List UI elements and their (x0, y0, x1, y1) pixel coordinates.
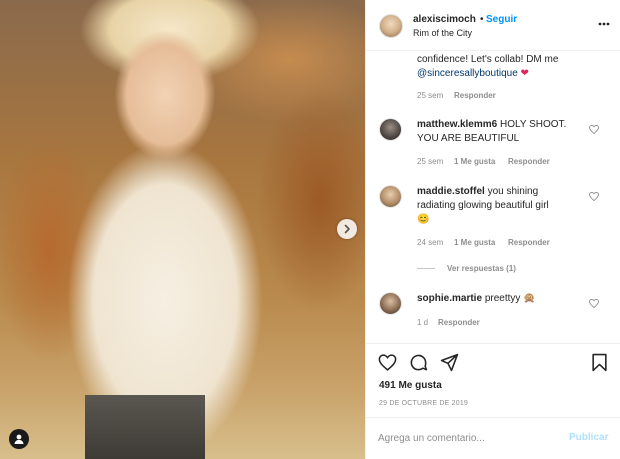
post-photo[interactable] (0, 0, 365, 459)
more-icon[interactable] (598, 22, 610, 26)
comment-like-icon[interactable] (589, 125, 599, 134)
comment-likes[interactable]: 1 Me gusta (454, 157, 495, 166)
avatar[interactable] (379, 185, 402, 208)
divider (417, 268, 435, 269)
comment-username[interactable]: sophie.martie (417, 293, 482, 304)
heart-icon[interactable] (378, 354, 397, 371)
separator-dot: • (480, 14, 484, 25)
post-username[interactable]: alexiscimoch (413, 14, 476, 25)
post-location[interactable]: Rim of the City (413, 28, 472, 38)
reply-button[interactable]: Responder (508, 157, 550, 166)
view-replies-button[interactable]: Ver respuestas (1) (447, 264, 516, 273)
avatar[interactable] (379, 118, 402, 141)
comment-username[interactable]: matthew.klemm6 (417, 119, 497, 130)
heart-emoji: ❤ (520, 68, 529, 79)
next-photo-button[interactable] (337, 219, 357, 239)
comment-input[interactable] (378, 430, 558, 446)
avatar[interactable] (379, 14, 403, 38)
comment-likes[interactable]: 1 Me gusta (454, 238, 495, 247)
post-comment-button[interactable]: Publicar (569, 432, 608, 443)
post-actions: 491 Me gusta 29 DE OCTUBRE DE 2019 (366, 343, 620, 417)
comment-time[interactable]: 25 sem (417, 91, 443, 100)
comment-time[interactable]: 1 d (417, 318, 428, 327)
mention-link[interactable]: @sinceresallyboutique (417, 68, 518, 79)
chevron-right-icon (344, 224, 350, 234)
share-icon[interactable] (440, 353, 459, 372)
follow-button[interactable]: Seguir (486, 14, 517, 25)
avatar[interactable] (379, 292, 402, 315)
post-date[interactable]: 29 DE OCTUBRE DE 2019 (379, 400, 468, 407)
comment-time[interactable]: 24 sem (417, 238, 443, 247)
comment-time[interactable]: 25 sem (417, 157, 443, 166)
likes-count[interactable]: 491 Me gusta (379, 380, 442, 391)
comment-text: sophie.martie preettyy 🙊 (417, 293, 536, 304)
photo-detail (85, 395, 205, 459)
post-header: alexiscimoch • Seguir Rim of the City (366, 0, 620, 51)
reply-button[interactable]: Responder (438, 318, 480, 327)
comments-list[interactable]: confidence! Let's collab! DM me @sincere… (366, 51, 620, 343)
comment-text: maddie.stoffel you shining radiating glo… (417, 186, 549, 225)
monkey-emoji: 🙊 (523, 293, 536, 304)
smile-emoji: 😊 (417, 214, 430, 225)
comment-icon[interactable] (409, 353, 428, 372)
comment-like-icon[interactable] (589, 192, 599, 201)
user-tag-icon (14, 434, 24, 444)
add-comment-bar: Publicar (366, 417, 620, 459)
comment-like-icon[interactable] (589, 299, 599, 308)
bookmark-icon[interactable] (591, 353, 608, 372)
comment-text: confidence! Let's collab! DM me @sincere… (417, 54, 559, 79)
comment-username[interactable]: maddie.stoffel (417, 186, 485, 197)
reply-button[interactable]: Responder (508, 238, 550, 247)
reply-button[interactable]: Responder (454, 91, 496, 100)
post-side-panel: alexiscimoch • Seguir Rim of the City co… (365, 0, 620, 459)
comment-text: matthew.klemm6 HOLY SHOOT. YOU ARE BEAUT… (417, 119, 567, 144)
user-tag-button[interactable] (9, 429, 29, 449)
